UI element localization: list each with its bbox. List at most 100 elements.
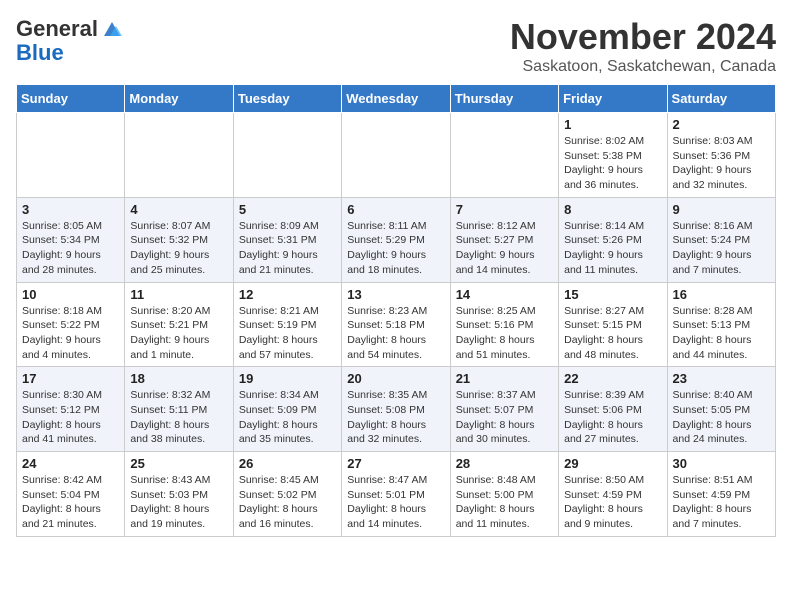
calendar-cell: 19 Sunrise: 8:34 AM Sunset: 5:09 PM Dayli… <box>233 367 341 452</box>
day-info: Sunrise: 8:23 AM Sunset: 5:18 PM Dayligh… <box>347 304 444 363</box>
calendar-cell: 22 Sunrise: 8:39 AM Sunset: 5:06 PM Dayli… <box>559 367 667 452</box>
day-number: 24 <box>22 456 119 471</box>
calendar-week-2: 3Sunrise: 8:05 AM Sunset: 5:34 PM Daylig… <box>17 197 776 282</box>
calendar-cell: 7 Sunrise: 8:12 AM Sunset: 5:27 PM Daylig… <box>450 197 558 282</box>
day-number: 22 <box>564 371 661 386</box>
calendar-cell: 2 Sunrise: 8:03 AM Sunset: 5:36 PM Daylig… <box>667 113 775 198</box>
day-number: 16 <box>673 287 770 302</box>
day-number: 5 <box>239 202 336 217</box>
logo-blue: Blue <box>16 40 64 66</box>
calendar-cell: 16 Sunrise: 8:28 AM Sunset: 5:13 PM Dayli… <box>667 282 775 367</box>
logo-general: General <box>16 16 98 42</box>
calendar-cell <box>342 113 450 198</box>
calendar-cell: 24Sunrise: 8:42 AM Sunset: 5:04 PM Dayli… <box>17 452 125 537</box>
day-number: 20 <box>347 371 444 386</box>
header: General Blue November 2024 Saskatoon, Sa… <box>16 16 776 76</box>
calendar-cell: 20 Sunrise: 8:35 AM Sunset: 5:08 PM Dayli… <box>342 367 450 452</box>
day-info: Sunrise: 8:39 AM Sunset: 5:06 PM Dayligh… <box>564 388 661 447</box>
calendar-cell: 14Sunrise: 8:25 AM Sunset: 5:16 PM Dayli… <box>450 282 558 367</box>
day-info: Sunrise: 8:20 AM Sunset: 5:21 PM Dayligh… <box>130 304 227 363</box>
calendar-cell: 21Sunrise: 8:37 AM Sunset: 5:07 PM Dayli… <box>450 367 558 452</box>
calendar-week-1: 1Sunrise: 8:02 AM Sunset: 5:38 PM Daylig… <box>17 113 776 198</box>
day-number: 3 <box>22 202 119 217</box>
day-info: Sunrise: 8:30 AM Sunset: 5:12 PM Dayligh… <box>22 388 119 447</box>
calendar-cell <box>450 113 558 198</box>
day-number: 25 <box>130 456 227 471</box>
day-info: Sunrise: 8:12 AM Sunset: 5:27 PM Dayligh… <box>456 219 553 278</box>
calendar-cell: 29 Sunrise: 8:50 AM Sunset: 4:59 PM Dayli… <box>559 452 667 537</box>
day-info: Sunrise: 8:16 AM Sunset: 5:24 PM Dayligh… <box>673 219 770 278</box>
calendar-cell: 1Sunrise: 8:02 AM Sunset: 5:38 PM Daylig… <box>559 113 667 198</box>
weekday-header-friday: Friday <box>559 85 667 113</box>
calendar-week-3: 10Sunrise: 8:18 AM Sunset: 5:22 PM Dayli… <box>17 282 776 367</box>
calendar-cell: 6Sunrise: 8:11 AM Sunset: 5:29 PM Daylig… <box>342 197 450 282</box>
day-info: Sunrise: 8:40 AM Sunset: 5:05 PM Dayligh… <box>673 388 770 447</box>
day-info: Sunrise: 8:34 AM Sunset: 5:09 PM Dayligh… <box>239 388 336 447</box>
day-number: 29 <box>564 456 661 471</box>
logo: General Blue <box>16 16 122 66</box>
calendar-cell: 5Sunrise: 8:09 AM Sunset: 5:31 PM Daylig… <box>233 197 341 282</box>
calendar: SundayMondayTuesdayWednesdayThursdayFrid… <box>16 84 776 537</box>
day-number: 17 <box>22 371 119 386</box>
day-info: Sunrise: 8:21 AM Sunset: 5:19 PM Dayligh… <box>239 304 336 363</box>
calendar-cell: 15 Sunrise: 8:27 AM Sunset: 5:15 PM Dayli… <box>559 282 667 367</box>
weekday-header-saturday: Saturday <box>667 85 775 113</box>
day-number: 19 <box>239 371 336 386</box>
location-title: Saskatoon, Saskatchewan, Canada <box>510 58 776 76</box>
day-info: Sunrise: 8:28 AM Sunset: 5:13 PM Dayligh… <box>673 304 770 363</box>
calendar-cell: 8Sunrise: 8:14 AM Sunset: 5:26 PM Daylig… <box>559 197 667 282</box>
day-number: 15 <box>564 287 661 302</box>
day-info: Sunrise: 8:03 AM Sunset: 5:36 PM Dayligh… <box>673 134 770 193</box>
day-number: 23 <box>673 371 770 386</box>
calendar-cell <box>17 113 125 198</box>
weekday-header-tuesday: Tuesday <box>233 85 341 113</box>
calendar-cell: 11 Sunrise: 8:20 AM Sunset: 5:21 PM Dayli… <box>125 282 233 367</box>
calendar-cell: 25 Sunrise: 8:43 AM Sunset: 5:03 PM Dayli… <box>125 452 233 537</box>
weekday-header-row: SundayMondayTuesdayWednesdayThursdayFrid… <box>17 85 776 113</box>
calendar-cell: 10Sunrise: 8:18 AM Sunset: 5:22 PM Dayli… <box>17 282 125 367</box>
calendar-cell: 28Sunrise: 8:48 AM Sunset: 5:00 PM Dayli… <box>450 452 558 537</box>
month-title: November 2024 <box>510 16 776 58</box>
day-info: Sunrise: 8:27 AM Sunset: 5:15 PM Dayligh… <box>564 304 661 363</box>
calendar-cell: 17 Sunrise: 8:30 AM Sunset: 5:12 PM Dayli… <box>17 367 125 452</box>
calendar-cell: 9 Sunrise: 8:16 AM Sunset: 5:24 PM Daylig… <box>667 197 775 282</box>
weekday-header-sunday: Sunday <box>17 85 125 113</box>
day-info: Sunrise: 8:43 AM Sunset: 5:03 PM Dayligh… <box>130 473 227 532</box>
day-info: Sunrise: 8:37 AM Sunset: 5:07 PM Dayligh… <box>456 388 553 447</box>
day-info: Sunrise: 8:07 AM Sunset: 5:32 PM Dayligh… <box>130 219 227 278</box>
calendar-cell <box>233 113 341 198</box>
calendar-week-5: 24Sunrise: 8:42 AM Sunset: 5:04 PM Dayli… <box>17 452 776 537</box>
day-info: Sunrise: 8:14 AM Sunset: 5:26 PM Dayligh… <box>564 219 661 278</box>
title-area: November 2024 Saskatoon, Saskatchewan, C… <box>510 16 776 76</box>
day-info: Sunrise: 8:45 AM Sunset: 5:02 PM Dayligh… <box>239 473 336 532</box>
day-info: Sunrise: 8:50 AM Sunset: 4:59 PM Dayligh… <box>564 473 661 532</box>
day-info: Sunrise: 8:47 AM Sunset: 5:01 PM Dayligh… <box>347 473 444 532</box>
weekday-header-thursday: Thursday <box>450 85 558 113</box>
day-info: Sunrise: 8:32 AM Sunset: 5:11 PM Dayligh… <box>130 388 227 447</box>
day-info: Sunrise: 8:02 AM Sunset: 5:38 PM Dayligh… <box>564 134 661 193</box>
day-number: 9 <box>673 202 770 217</box>
day-number: 26 <box>239 456 336 471</box>
day-number: 14 <box>456 287 553 302</box>
calendar-cell: 12Sunrise: 8:21 AM Sunset: 5:19 PM Dayli… <box>233 282 341 367</box>
day-info: Sunrise: 8:35 AM Sunset: 5:08 PM Dayligh… <box>347 388 444 447</box>
day-number: 18 <box>130 371 227 386</box>
calendar-cell: 30Sunrise: 8:51 AM Sunset: 4:59 PM Dayli… <box>667 452 775 537</box>
calendar-cell: 3Sunrise: 8:05 AM Sunset: 5:34 PM Daylig… <box>17 197 125 282</box>
day-number: 7 <box>456 202 553 217</box>
day-number: 2 <box>673 117 770 132</box>
day-number: 10 <box>22 287 119 302</box>
weekday-header-monday: Monday <box>125 85 233 113</box>
day-number: 27 <box>347 456 444 471</box>
day-number: 4 <box>130 202 227 217</box>
calendar-week-4: 17 Sunrise: 8:30 AM Sunset: 5:12 PM Dayli… <box>17 367 776 452</box>
calendar-cell: 27 Sunrise: 8:47 AM Sunset: 5:01 PM Dayli… <box>342 452 450 537</box>
day-info: Sunrise: 8:51 AM Sunset: 4:59 PM Dayligh… <box>673 473 770 532</box>
day-info: Sunrise: 8:48 AM Sunset: 5:00 PM Dayligh… <box>456 473 553 532</box>
day-number: 13 <box>347 287 444 302</box>
calendar-cell: 4 Sunrise: 8:07 AM Sunset: 5:32 PM Daylig… <box>125 197 233 282</box>
logo-icon <box>102 20 122 38</box>
calendar-cell: 26 Sunrise: 8:45 AM Sunset: 5:02 PM Dayli… <box>233 452 341 537</box>
day-number: 11 <box>130 287 227 302</box>
day-info: Sunrise: 8:11 AM Sunset: 5:29 PM Dayligh… <box>347 219 444 278</box>
